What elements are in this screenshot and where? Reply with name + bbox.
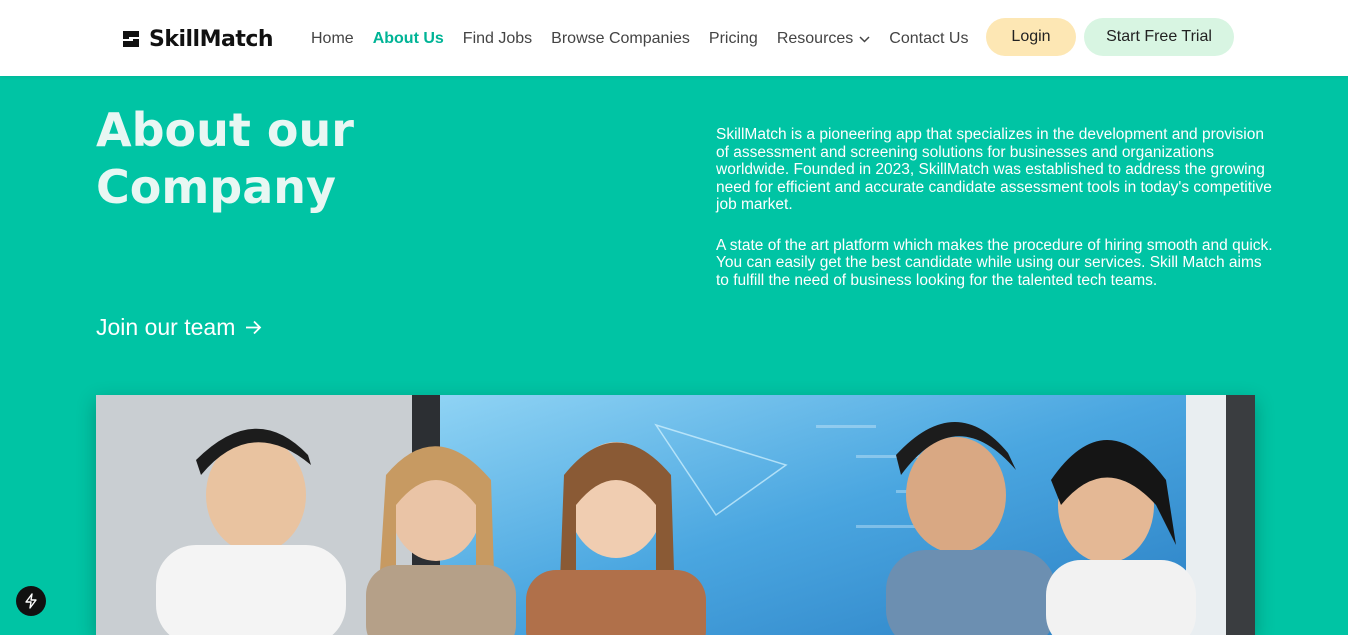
page-title: About our Company: [96, 102, 516, 216]
page-title-line1: About our: [96, 103, 354, 157]
nav-resources-label: Resources: [776, 30, 854, 47]
join-our-team-label: Join our team: [96, 314, 236, 340]
site-header: SkillMatch Home About Us Find Jobs Brows…: [0, 0, 1348, 76]
page-title-line2: Company: [96, 160, 336, 214]
about-paragraph-1: SkillMatch is a pioneering app that spec…: [716, 126, 1272, 213]
arrow-right-icon: [246, 320, 262, 335]
nav-find-jobs[interactable]: Find Jobs: [463, 30, 532, 48]
nav-home[interactable]: Home: [311, 30, 354, 48]
lightning-icon: [25, 593, 37, 609]
team-photo: [96, 395, 1255, 635]
nav-pricing[interactable]: Pricing: [709, 30, 758, 48]
nav-contact-us[interactable]: Contact Us: [889, 30, 968, 48]
nav-resources[interactable]: Resources: [777, 30, 870, 48]
start-free-trial-button[interactable]: Start Free Trial: [1084, 18, 1234, 56]
brand-name: SkillMatch: [149, 26, 274, 52]
about-description: SkillMatch is a pioneering app that spec…: [716, 126, 1276, 312]
login-button[interactable]: Login: [986, 18, 1076, 56]
nav-browse-companies[interactable]: Browse Companies: [551, 30, 690, 48]
join-our-team-link[interactable]: Join our team: [96, 314, 262, 341]
lightning-badge[interactable]: [16, 586, 46, 616]
logo-icon: [123, 31, 139, 47]
brand-logo[interactable]: SkillMatch: [119, 26, 274, 52]
nav-about-us[interactable]: About Us: [373, 30, 444, 48]
about-paragraph-2: A state of the art platform which makes …: [716, 236, 1273, 289]
main-nav: Home About Us Find Jobs Browse Companies…: [311, 30, 968, 48]
chevron-down-icon: [859, 35, 870, 43]
